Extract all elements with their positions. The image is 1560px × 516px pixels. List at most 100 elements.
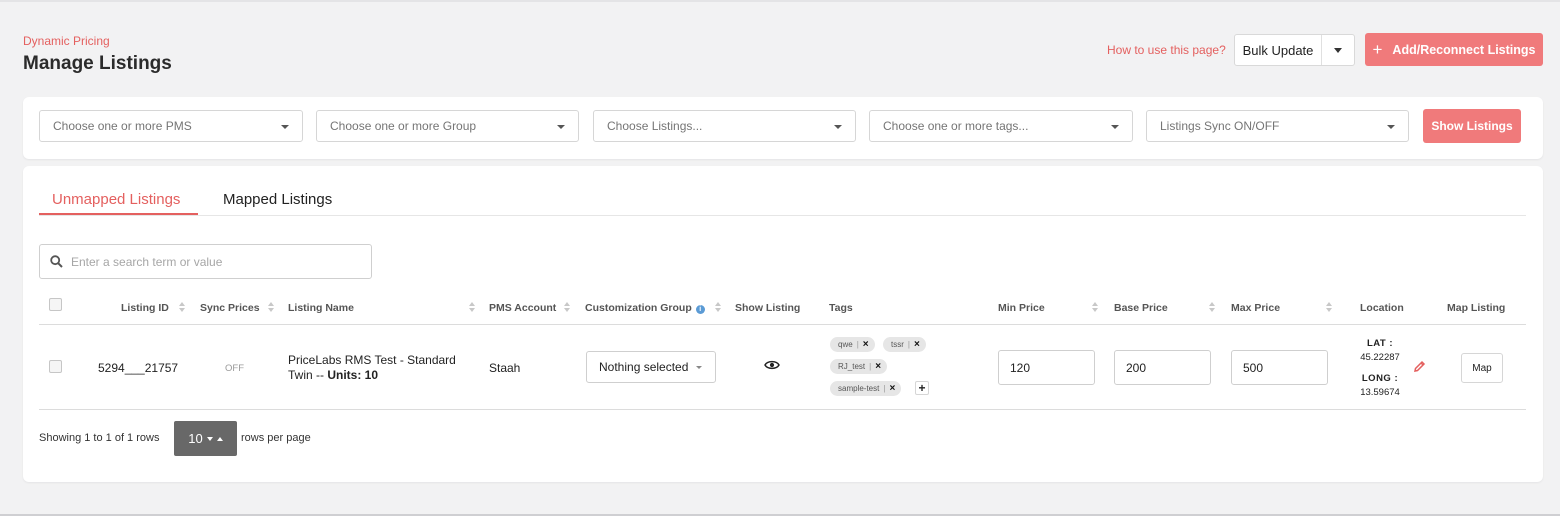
page-size-value: 10 xyxy=(188,431,203,446)
pms-select[interactable]: Choose one or more PMS xyxy=(39,110,303,142)
sort-icon[interactable] xyxy=(469,302,476,314)
tag-separator: | xyxy=(883,384,886,393)
bulk-update-dropdown-toggle[interactable] xyxy=(1322,35,1354,65)
sort-icon[interactable] xyxy=(1209,302,1216,314)
col-location: Location xyxy=(1360,302,1404,314)
close-icon[interactable]: × xyxy=(863,339,869,350)
add-tag-button[interactable]: + xyxy=(915,381,929,395)
tag-label: qwe xyxy=(838,340,853,349)
location-long: LONG : 13.59674 xyxy=(1350,373,1410,398)
tag-chip: qwe | × xyxy=(830,337,875,352)
tag-label: sample-test xyxy=(838,384,880,393)
listings-select[interactable]: Choose Listings... xyxy=(593,110,856,142)
tag-label: RJ_test xyxy=(838,362,866,371)
listings-panel: Unmapped Listings Mapped Listings Listin… xyxy=(23,166,1543,482)
bulk-update-label[interactable]: Bulk Update xyxy=(1235,35,1322,65)
listings-select-placeholder: Choose Listings... xyxy=(607,119,703,133)
col-sync-prices[interactable]: Sync Prices xyxy=(200,302,260,314)
col-listing-id[interactable]: Listing ID xyxy=(121,302,169,314)
select-all-checkbox[interactable] xyxy=(49,298,62,311)
base-price-input[interactable]: 200 xyxy=(1114,350,1211,385)
page-size-button[interactable]: 10 xyxy=(174,421,237,456)
listing-name-line2: Twin -- Units: 10 xyxy=(288,368,456,383)
close-icon[interactable]: × xyxy=(914,339,920,350)
listing-name: PriceLabs RMS Test - Standard Twin -- Un… xyxy=(288,353,456,383)
col-min-price[interactable]: Min Price xyxy=(998,302,1045,314)
plus-icon: + xyxy=(918,381,926,395)
page-title: Manage Listings xyxy=(23,53,172,74)
col-tags: Tags xyxy=(829,302,853,314)
long-value: 13.59674 xyxy=(1360,387,1400,398)
top-border xyxy=(0,0,1560,2)
sort-icon[interactable] xyxy=(179,302,186,314)
col-map-listing: Map Listing xyxy=(1447,302,1506,314)
tab-mapped-listings[interactable]: Mapped Listings xyxy=(223,191,332,208)
col-max-price[interactable]: Max Price xyxy=(1231,302,1280,314)
tag-separator: | xyxy=(856,340,859,349)
search-box[interactable] xyxy=(39,244,372,279)
customization-group-value: Nothing selected xyxy=(599,360,689,374)
add-reconnect-listings-button[interactable]: + Add/Reconnect Listings xyxy=(1365,33,1543,66)
showing-rows-text: Showing 1 to 1 of 1 rows xyxy=(39,432,160,444)
group-select-placeholder: Choose one or more Group xyxy=(330,119,477,133)
search-icon xyxy=(50,255,63,268)
tag-chip: sample-test | × xyxy=(830,381,902,396)
pencil-icon[interactable] xyxy=(1413,360,1426,373)
pms-select-placeholder: Choose one or more PMS xyxy=(53,119,192,133)
location-lat: LAT : 45.22287 xyxy=(1350,338,1410,363)
chevron-down-icon xyxy=(281,125,289,129)
sort-icon[interactable] xyxy=(268,302,275,314)
lat-label: LAT : xyxy=(1366,338,1394,349)
eye-icon[interactable] xyxy=(764,359,780,371)
close-icon[interactable]: × xyxy=(875,361,881,372)
min-price-input[interactable]: 120 xyxy=(998,350,1095,385)
tags-select[interactable]: Choose one or more tags... xyxy=(869,110,1133,142)
chevron-down-icon xyxy=(696,366,702,369)
tag-chip: RJ_test | × xyxy=(830,359,888,374)
chevron-down-icon xyxy=(1111,125,1119,129)
col-base-price[interactable]: Base Price xyxy=(1114,302,1168,314)
chevron-down-icon xyxy=(557,125,565,129)
table-header: Listing ID Sync Prices Listing Name PMS … xyxy=(39,290,1526,325)
sort-icon[interactable] xyxy=(715,302,722,314)
table-row: 5294___21757 OFF PriceLabs RMS Test - St… xyxy=(39,325,1526,410)
close-icon[interactable]: × xyxy=(889,383,895,394)
search-input[interactable] xyxy=(71,254,351,269)
sync-prices-status[interactable]: OFF xyxy=(225,363,244,374)
how-to-use-link[interactable]: How to use this page? xyxy=(1107,43,1226,57)
chevron-down-icon xyxy=(1387,125,1395,129)
sync-select-placeholder: Listings Sync ON/OFF xyxy=(1160,119,1280,133)
tag-separator: | xyxy=(907,340,910,349)
max-price-input[interactable]: 500 xyxy=(1231,350,1328,385)
map-button[interactable]: Map xyxy=(1461,353,1503,383)
col-pms-account[interactable]: PMS Account xyxy=(489,302,556,314)
show-listings-button[interactable]: Show Listings xyxy=(1423,109,1521,143)
listing-name-prefix: Twin -- xyxy=(288,368,328,382)
tag-label: tssr xyxy=(891,340,904,349)
listing-units: Units: 10 xyxy=(327,368,379,382)
col-listing-name[interactable]: Listing Name xyxy=(288,302,354,314)
col-show-listing: Show Listing xyxy=(735,302,801,314)
group-select[interactable]: Choose one or more Group xyxy=(316,110,579,142)
chevron-up-icon xyxy=(216,436,223,441)
sort-icon[interactable] xyxy=(1092,302,1099,314)
bulk-update-button[interactable]: Bulk Update xyxy=(1234,34,1355,66)
customization-group-select[interactable]: Nothing selected xyxy=(586,351,716,383)
chevron-down-icon xyxy=(1334,47,1342,53)
filter-bar: Choose one or more PMS Choose one or mor… xyxy=(23,97,1543,159)
rows-per-page-label: rows per page xyxy=(241,432,311,444)
tags-select-placeholder: Choose one or more tags... xyxy=(883,119,1029,133)
sort-icon[interactable] xyxy=(564,302,571,314)
tag-chip: tssr | × xyxy=(883,337,926,352)
tab-unmapped-listings[interactable]: Unmapped Listings xyxy=(52,191,180,208)
row-checkbox[interactable] xyxy=(49,360,62,373)
plus-icon: + xyxy=(1372,40,1383,59)
breadcrumb[interactable]: Dynamic Pricing xyxy=(23,34,110,48)
listing-name-line1: PriceLabs RMS Test - Standard xyxy=(288,353,456,367)
pms-account: Staah xyxy=(489,361,521,375)
sort-icon[interactable] xyxy=(1326,302,1333,314)
info-icon[interactable]: i xyxy=(695,305,705,314)
sync-select[interactable]: Listings Sync ON/OFF xyxy=(1146,110,1409,142)
col-customization-group[interactable]: Customization Group i xyxy=(585,302,705,314)
add-reconnect-label: Add/Reconnect Listings xyxy=(1392,42,1536,57)
